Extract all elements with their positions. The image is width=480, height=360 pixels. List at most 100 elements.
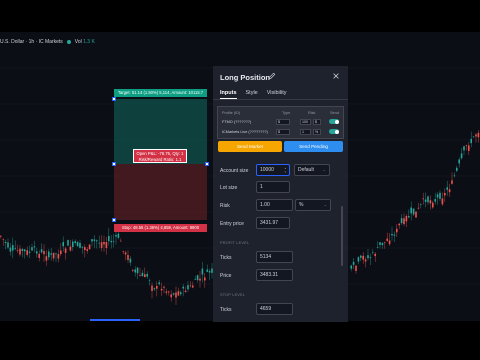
candle-body xyxy=(60,250,62,255)
candle-body xyxy=(465,145,468,146)
col-send: Send xyxy=(330,111,339,115)
candle-body xyxy=(64,248,67,253)
candle-body xyxy=(472,136,475,138)
risk-unit-select[interactable]: % ⌄ xyxy=(295,199,331,211)
candle-body xyxy=(199,278,201,281)
target-drag-handle[interactable] xyxy=(112,97,116,101)
candle-body xyxy=(184,290,187,293)
candle-body xyxy=(475,134,477,137)
tab-style[interactable]: Style xyxy=(246,90,258,96)
tab-visibility[interactable]: Visibility xyxy=(267,90,287,96)
symbol-title[interactable]: U.S. Dollar · 1h · IC Markets xyxy=(0,39,63,45)
candle-body xyxy=(122,250,124,252)
send-toggle[interactable] xyxy=(329,129,339,134)
candle-body xyxy=(124,252,127,255)
candle-body xyxy=(57,254,60,259)
stop-ticks-value: 4659 xyxy=(260,306,272,312)
stop-zone[interactable] xyxy=(114,164,207,220)
open-pnl-label: Open P&L: -76.75, Qty: 1 Risk/Reward Rat… xyxy=(133,149,187,163)
candle-body xyxy=(189,285,192,287)
candle-body xyxy=(429,200,432,204)
tab-inputs[interactable]: Inputs xyxy=(220,90,237,96)
candle-body xyxy=(33,246,36,248)
type-select[interactable]: $ xyxy=(276,119,290,125)
risk-input[interactable]: 1.00 xyxy=(256,199,293,211)
candle-body xyxy=(96,240,98,242)
candle-body xyxy=(436,194,439,198)
profit-ticks-input[interactable]: 5134 xyxy=(256,251,293,263)
risk-unit[interactable]: $ xyxy=(313,119,321,125)
candle-body xyxy=(408,216,410,218)
candle-body xyxy=(91,239,93,242)
candle-body xyxy=(441,198,444,205)
candle-body xyxy=(362,255,364,260)
candle-body xyxy=(369,257,372,259)
risk-unit[interactable]: % xyxy=(313,129,321,135)
stepper-icon[interactable]: ▴ ▾ xyxy=(284,166,286,174)
time-range-highlight xyxy=(90,319,140,321)
entry-right-handle[interactable] xyxy=(205,162,209,166)
col-type: Type xyxy=(282,111,291,115)
candle-body xyxy=(376,247,379,248)
candle-body xyxy=(424,199,427,202)
send-market-button[interactable]: Send Market xyxy=(218,141,282,152)
open-pnl-line: Open P&L: -76.75, Qty: 1 xyxy=(136,151,184,156)
col-profile: Profile (ID) xyxy=(222,111,241,115)
risk-input[interactable]: 100 xyxy=(300,119,311,125)
account-size-input[interactable]: 10000 ▴ ▾ xyxy=(256,164,290,176)
candle-body xyxy=(38,253,40,258)
candle-body xyxy=(439,192,441,199)
type-select[interactable]: $ xyxy=(276,129,290,135)
candle-body xyxy=(9,247,12,252)
candle-body xyxy=(460,153,463,159)
candle-body xyxy=(67,240,69,246)
candle-body xyxy=(456,167,458,171)
candle-body xyxy=(468,145,470,151)
candle-body xyxy=(448,189,451,193)
market-status-icon xyxy=(66,40,71,44)
candle-body xyxy=(372,252,374,254)
dialog-scrollbar[interactable] xyxy=(341,206,343,266)
close-icon[interactable] xyxy=(332,72,340,80)
stop-ticks-input[interactable]: 4659 xyxy=(256,303,293,315)
lot-size-input[interactable]: 1 xyxy=(256,181,290,193)
send-toggle[interactable] xyxy=(329,119,339,124)
candle-body xyxy=(168,291,170,293)
send-pending-button[interactable]: Send Pending xyxy=(284,141,343,152)
candle-body xyxy=(393,234,396,236)
candle-body xyxy=(144,274,146,278)
candle-body xyxy=(381,242,384,245)
candle-body xyxy=(180,292,182,295)
candle-body xyxy=(146,273,148,277)
candle-body xyxy=(477,132,480,138)
candle-body xyxy=(405,215,408,222)
candle-body xyxy=(201,268,204,275)
profit-price-input[interactable]: 3483.31 xyxy=(256,269,293,281)
candle-body xyxy=(446,187,448,190)
entry-price-input[interactable]: 3431.97 xyxy=(256,217,290,229)
symbol-header: U.S. Dollar · 1h · IC Markets Vol 1.3 K xyxy=(0,36,95,48)
candle-body xyxy=(26,250,28,255)
candle-body xyxy=(151,285,153,291)
chevron-down-icon: ⌄ xyxy=(322,167,326,172)
lot-size-label: Lot size xyxy=(220,185,238,191)
candle-body xyxy=(100,242,103,248)
risk-input[interactable]: 1 xyxy=(300,129,311,135)
dialog-tabs: Inputs Style Visibility xyxy=(220,90,287,96)
candle-body xyxy=(374,253,376,257)
candle-body xyxy=(84,247,86,250)
pencil-icon[interactable] xyxy=(268,72,276,80)
candle-body xyxy=(115,234,117,237)
candle-body xyxy=(40,249,43,253)
account-size-mode-value: Default xyxy=(298,167,314,173)
entry-left-handle[interactable] xyxy=(112,162,116,166)
account-size-mode-select[interactable]: Default ⌄ xyxy=(294,164,330,176)
candle-body xyxy=(400,218,403,224)
candle-body xyxy=(463,146,465,151)
candle-body xyxy=(69,246,72,251)
account-size-value: 10000 xyxy=(260,167,274,173)
stop-drag-handle[interactable] xyxy=(112,218,116,222)
volume-readout: Vol 1.3 K xyxy=(75,39,95,45)
candle-body xyxy=(204,277,206,281)
candle-body xyxy=(72,241,74,247)
